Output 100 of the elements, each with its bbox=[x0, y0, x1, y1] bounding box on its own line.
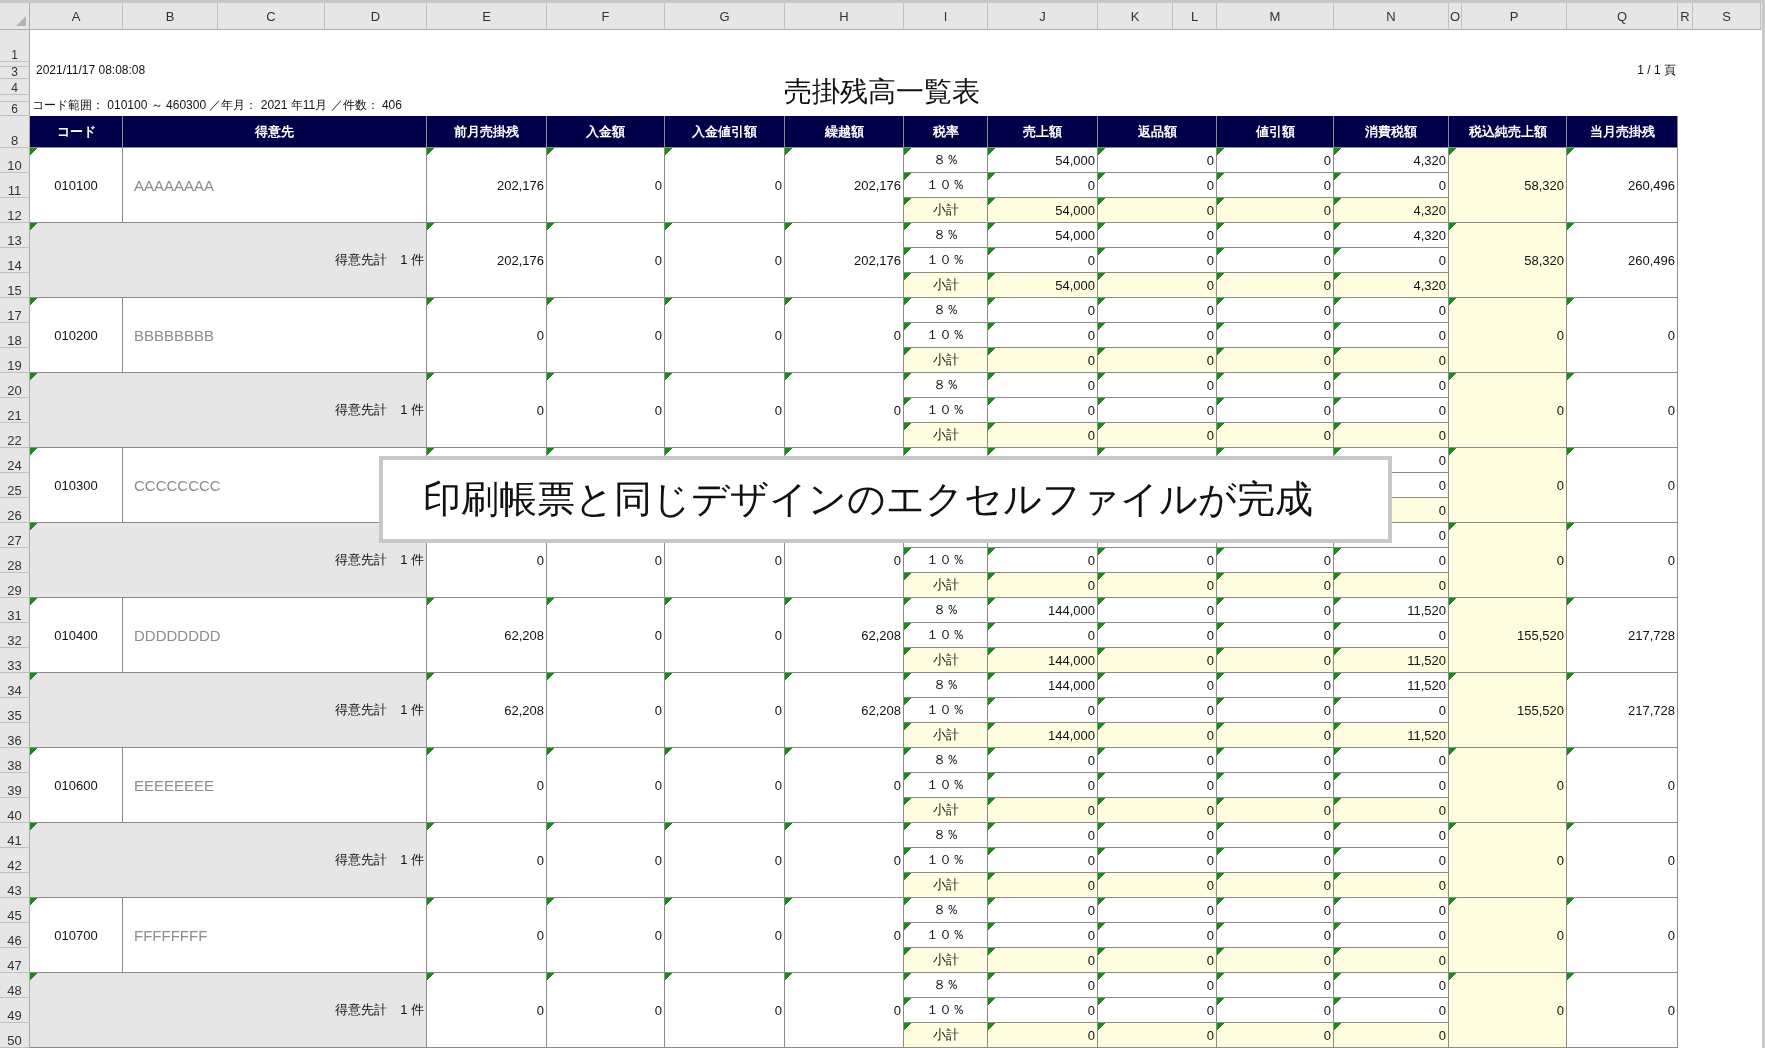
customer-code-cell: 010600 bbox=[30, 748, 123, 823]
discount-cell: 0 bbox=[1217, 423, 1334, 448]
column-header[interactable]: A bbox=[30, 3, 123, 30]
row-number[interactable]: 47 bbox=[0, 948, 30, 973]
column-header[interactable]: D bbox=[325, 3, 427, 30]
column-header[interactable]: Q bbox=[1567, 3, 1678, 30]
column-header[interactable]: R bbox=[1678, 3, 1693, 30]
sales-cell: 54,000 bbox=[988, 273, 1098, 298]
row-number[interactable]: 15 bbox=[0, 273, 30, 298]
tax-amount-cell: 11,520 bbox=[1334, 648, 1449, 673]
sales-cell: 0 bbox=[988, 873, 1098, 898]
row-number[interactable]: 18 bbox=[0, 323, 30, 348]
row-number[interactable]: 3 bbox=[0, 67, 30, 79]
tax-amount-cell: 0 bbox=[1334, 798, 1449, 823]
subtotal-label-cell: 得意先計 1 件 bbox=[30, 973, 427, 1048]
select-all-icon[interactable] bbox=[16, 16, 26, 26]
returns-cell: 0 bbox=[1098, 223, 1217, 248]
returns-cell: 0 bbox=[1098, 248, 1217, 273]
returns-cell: 0 bbox=[1098, 598, 1217, 623]
row-number[interactable]: 36 bbox=[0, 723, 30, 748]
amount-cell: 0 bbox=[785, 823, 904, 898]
tax-rate-cell: 小計 bbox=[904, 723, 988, 748]
row-number[interactable]: 12 bbox=[0, 198, 30, 223]
row-number[interactable]: 40 bbox=[0, 798, 30, 823]
row-number[interactable]: 24 bbox=[0, 448, 30, 473]
row-number[interactable]: 6 bbox=[0, 102, 30, 116]
row-number[interactable]: 46 bbox=[0, 923, 30, 948]
row-number[interactable]: 29 bbox=[0, 573, 30, 598]
row-number[interactable]: 41 bbox=[0, 823, 30, 848]
row-header[interactable] bbox=[0, 95, 30, 102]
net-sales-cell: 0 bbox=[1449, 298, 1567, 373]
sales-cell: 54,000 bbox=[988, 223, 1098, 248]
column-header[interactable]: C bbox=[218, 3, 325, 30]
row-number[interactable]: 26 bbox=[0, 498, 30, 523]
column-header[interactable]: J bbox=[988, 3, 1098, 30]
column-header[interactable]: P bbox=[1462, 3, 1567, 30]
row-number[interactable]: 39 bbox=[0, 773, 30, 798]
customer-name-cell: AAAAAAAA bbox=[123, 148, 427, 223]
row-number[interactable]: 28 bbox=[0, 548, 30, 573]
tax-rate-cell: 小計 bbox=[904, 798, 988, 823]
row-number[interactable]: 17 bbox=[0, 298, 30, 323]
row-number[interactable]: 4 bbox=[0, 79, 30, 95]
returns-cell: 0 bbox=[1098, 398, 1217, 423]
column-header[interactable]: F bbox=[547, 3, 665, 30]
row-number[interactable]: 22 bbox=[0, 423, 30, 448]
column-header[interactable]: N bbox=[1334, 3, 1449, 30]
row-number[interactable]: 13 bbox=[0, 223, 30, 248]
discount-cell: 0 bbox=[1217, 323, 1334, 348]
sales-cell: 0 bbox=[988, 173, 1098, 198]
row-number[interactable]: 21 bbox=[0, 398, 30, 423]
net-sales-cell: 0 bbox=[1449, 823, 1567, 898]
row-number[interactable]: 1 bbox=[0, 30, 30, 62]
caption-banner: 印刷帳票と同じデザインのエクセルファイルが完成 bbox=[379, 456, 1392, 543]
row-number[interactable]: 25 bbox=[0, 473, 30, 498]
discount-cell: 0 bbox=[1217, 848, 1334, 873]
sales-cell: 0 bbox=[988, 573, 1098, 598]
returns-cell: 0 bbox=[1098, 698, 1217, 723]
column-header[interactable]: M bbox=[1217, 3, 1334, 30]
row-number[interactable]: 35 bbox=[0, 698, 30, 723]
row-number[interactable]: 48 bbox=[0, 973, 30, 998]
row-number[interactable]: 27 bbox=[0, 523, 30, 548]
discount-cell: 0 bbox=[1217, 798, 1334, 823]
row-number[interactable]: 20 bbox=[0, 373, 30, 398]
balance-cell: 0 bbox=[1567, 298, 1678, 373]
row-number[interactable]: 42 bbox=[0, 848, 30, 873]
row-number[interactable]: 38 bbox=[0, 748, 30, 773]
amount-cell: 0 bbox=[427, 823, 547, 898]
row-number[interactable]: 19 bbox=[0, 348, 30, 373]
balance-cell: 260,496 bbox=[1567, 148, 1678, 223]
row-number[interactable]: 32 bbox=[0, 623, 30, 648]
column-header[interactable]: K bbox=[1098, 3, 1173, 30]
row-number[interactable]: 50 bbox=[0, 1023, 30, 1048]
net-sales-cell: 58,320 bbox=[1449, 223, 1567, 298]
row-number[interactable]: 11 bbox=[0, 173, 30, 198]
amount-cell: 62,208 bbox=[785, 598, 904, 673]
column-header[interactable]: I bbox=[904, 3, 988, 30]
column-header[interactable]: E bbox=[427, 3, 547, 30]
returns-cell: 0 bbox=[1098, 648, 1217, 673]
column-header[interactable]: G bbox=[665, 3, 785, 30]
row-number[interactable]: 33 bbox=[0, 648, 30, 673]
row-number[interactable]: 31 bbox=[0, 598, 30, 623]
column-header[interactable]: B bbox=[123, 3, 218, 30]
tax-rate-cell: 小計 bbox=[904, 423, 988, 448]
tax-amount-cell: 0 bbox=[1334, 873, 1449, 898]
column-header[interactable]: H bbox=[785, 3, 904, 30]
sales-cell: 144,000 bbox=[988, 723, 1098, 748]
row-number[interactable]: 14 bbox=[0, 248, 30, 273]
amount-cell: 0 bbox=[427, 298, 547, 373]
column-header[interactable]: S bbox=[1693, 3, 1761, 30]
row-number[interactable]: 43 bbox=[0, 873, 30, 898]
row-number[interactable]: 34 bbox=[0, 673, 30, 698]
amount-cell: 0 bbox=[427, 973, 547, 1048]
row-number[interactable]: 10 bbox=[0, 148, 30, 173]
returns-cell: 0 bbox=[1098, 748, 1217, 773]
row-header[interactable] bbox=[0, 62, 30, 67]
column-header[interactable]: L bbox=[1173, 3, 1217, 30]
row-number[interactable]: 45 bbox=[0, 898, 30, 923]
row-number[interactable]: 8 bbox=[0, 116, 30, 148]
column-header[interactable]: O bbox=[1449, 3, 1462, 30]
row-number[interactable]: 49 bbox=[0, 998, 30, 1023]
